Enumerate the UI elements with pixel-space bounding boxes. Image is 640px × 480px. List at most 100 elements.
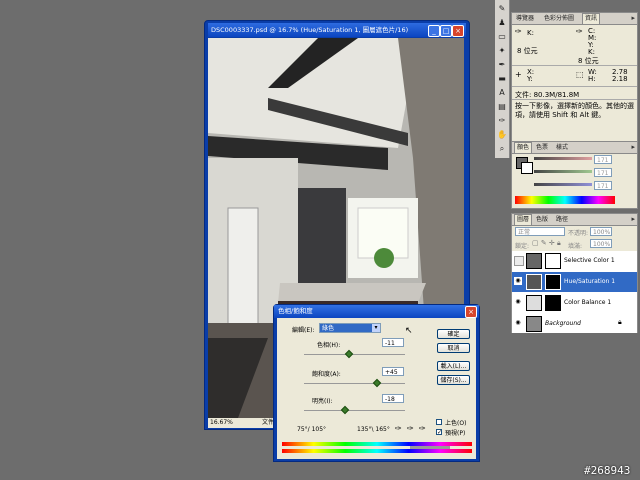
color-slider-b[interactable] xyxy=(534,183,592,186)
hue-slider-thumb[interactable] xyxy=(345,349,354,359)
chevron-down-icon[interactable]: ▾ xyxy=(372,324,380,332)
lightness-field[interactable]: -18 xyxy=(382,394,404,403)
tab-swatches[interactable]: 色票 xyxy=(534,143,550,152)
hand-tool-icon[interactable]: ✋ xyxy=(497,130,507,140)
info-panel-tabs: 導覽器 色彩分佈圖 資訊 ▸ xyxy=(512,13,637,25)
layers-panel-tabs: 圖層 色版 路徑 ▸ xyxy=(512,214,637,226)
divider xyxy=(512,99,637,100)
saturation-field[interactable]: +45 xyxy=(382,367,404,376)
lock-icon: 🔒︎ xyxy=(618,318,622,326)
tab-histogram[interactable]: 色彩分佈圖 xyxy=(542,14,576,23)
color-spectrum-ramp[interactable] xyxy=(515,196,615,204)
hue-slider-track[interactable] xyxy=(304,354,405,355)
layer-name[interactable]: Background xyxy=(545,320,581,327)
eyedropper-icon[interactable]: ✑ xyxy=(395,424,402,433)
layer-row[interactable]: ◉ Background 🔒︎ xyxy=(512,314,637,333)
eyedropper-add-icon[interactable]: ✑ xyxy=(407,424,414,433)
shape-tool-icon[interactable]: ▬ xyxy=(497,74,507,84)
notes-tool-icon[interactable]: ▤ xyxy=(497,102,507,112)
color-slider-g[interactable] xyxy=(534,170,592,173)
minimize-icon[interactable]: _ xyxy=(428,25,440,37)
lock-label: 鎖定: xyxy=(515,243,530,250)
panel-menu-icon[interactable]: ▸ xyxy=(631,215,635,223)
info-k2-label: K: xyxy=(588,48,595,56)
eyedropper-subtract-icon[interactable]: ✑ xyxy=(419,424,426,433)
layer-name[interactable]: Color Balance 1 xyxy=(564,299,611,306)
info-panel: 導覽器 色彩分佈圖 資訊 ▸ ✑ K: 8 位元 ✑ C: M: Y: K: 8… xyxy=(511,12,638,150)
document-titlebar[interactable]: DSC0003337.psd @ 16.7% (Hue/Saturation 1… xyxy=(208,23,466,37)
hue-field[interactable]: -11 xyxy=(382,338,404,347)
tab-info[interactable]: 資訊 xyxy=(582,13,601,24)
color-value-b[interactable]: 171 xyxy=(594,181,612,190)
tab-navigator[interactable]: 導覽器 xyxy=(514,14,536,23)
preview-checkbox[interactable]: ✓ xyxy=(436,429,442,436)
document-title: DSC0003337.psd @ 16.7% (Hue/Saturation 1… xyxy=(211,26,409,34)
text-tool-icon[interactable]: A xyxy=(497,88,507,98)
stamp-tool-icon[interactable]: ♟ xyxy=(497,18,507,28)
cancel-button[interactable]: 取消 xyxy=(437,343,470,353)
fill-field[interactable]: 100% xyxy=(590,239,612,248)
blend-mode-select[interactable]: 正常 xyxy=(515,227,565,236)
layer-name[interactable]: Hue/Saturation 1 xyxy=(564,278,615,285)
info-h-label: H: xyxy=(588,75,596,83)
lightness-label: 明亮(I): xyxy=(312,398,333,405)
info-hint: 按一下影像，選擇新的顏色。其他的選項，請使用 Shift 和 Alt 鍵。 xyxy=(515,102,634,119)
layer-list: Selective Color 1 ◉ Hue/Saturation 1 ◉ C… xyxy=(512,251,637,333)
dialog-titlebar[interactable]: 色相/飽和度 × xyxy=(274,305,479,318)
edit-label: 編輯(E): xyxy=(292,327,315,334)
lightness-slider-thumb[interactable] xyxy=(341,405,350,415)
saturation-slider-track[interactable] xyxy=(304,383,405,384)
pen-tool-icon[interactable]: ✒ xyxy=(497,60,507,70)
eyedropper-icon: ✑ xyxy=(515,27,522,36)
load-button[interactable]: 載入(L)... xyxy=(437,361,470,371)
edit-range-select[interactable]: 綠色 ▾ xyxy=(319,323,381,333)
opacity-field[interactable]: 100% xyxy=(590,227,612,236)
lock-icons[interactable]: ▢ ✎ ✛ 🔒︎ xyxy=(532,239,561,248)
edit-range-value: 綠色 xyxy=(322,325,335,332)
hue-label: 色相(H): xyxy=(317,342,341,349)
tab-color[interactable]: 顏色 xyxy=(514,142,533,153)
tab-layers[interactable]: 圖層 xyxy=(514,214,533,225)
eraser-tool-icon[interactable]: ▭ xyxy=(497,32,507,42)
colorize-checkbox[interactable] xyxy=(436,419,442,425)
visibility-toggle[interactable] xyxy=(514,256,524,266)
adjustment-layer-icon xyxy=(526,295,542,311)
maximize-icon[interactable]: □ xyxy=(440,25,452,37)
panel-menu-icon[interactable]: ▸ xyxy=(631,143,635,151)
panel-menu-icon[interactable]: ▸ xyxy=(631,14,635,22)
colorize-label: 上色(O) xyxy=(445,420,467,427)
eye-icon[interactable]: ◉ xyxy=(514,319,522,327)
color-value-r[interactable]: 171 xyxy=(594,155,612,164)
tab-paths[interactable]: 路徑 xyxy=(554,215,570,224)
layer-name[interactable]: Selective Color 1 xyxy=(564,257,615,264)
toolbox: ✎ ♟ ▭ ✦ ✒ ▬ A ▤ ✑ ✋ ⌕ xyxy=(495,0,510,158)
eyedropper-tool-icon[interactable]: ✑ xyxy=(497,116,507,126)
layer-row[interactable]: ◉ Color Balance 1 xyxy=(512,293,637,313)
eye-icon[interactable]: ◉ xyxy=(514,298,522,306)
saturation-label: 飽和度(A): xyxy=(312,371,341,378)
save-button[interactable]: 儲存(S)... xyxy=(437,375,470,385)
zoom-tool-icon[interactable]: ⌕ xyxy=(497,144,507,154)
tab-channels[interactable]: 色版 xyxy=(534,215,550,224)
info-wh: ⬚ W: 2.78 H: 2.18 xyxy=(576,68,636,84)
background-color-swatch[interactable] xyxy=(521,162,533,174)
layer-row-selected[interactable]: ◉ Hue/Saturation 1 xyxy=(512,272,637,292)
info-cmyk-left: ✑ K: 8 位元 xyxy=(515,27,573,55)
tab-styles[interactable]: 樣式 xyxy=(554,143,570,152)
layer-row[interactable]: Selective Color 1 xyxy=(512,251,637,271)
ok-button[interactable]: 確定 xyxy=(437,329,470,339)
close-icon[interactable]: × xyxy=(465,306,477,318)
eye-icon[interactable]: ◉ xyxy=(514,277,522,285)
range-selector[interactable] xyxy=(410,446,450,449)
lightness-slider-track[interactable] xyxy=(304,410,405,411)
saturation-slider-thumb[interactable] xyxy=(372,378,381,388)
adjustment-layer-icon xyxy=(526,274,542,290)
blur-tool-icon[interactable]: ✦ xyxy=(497,46,507,56)
divider xyxy=(512,65,637,66)
color-value-g[interactable]: 171 xyxy=(594,168,612,177)
fill-label: 填滿: xyxy=(568,243,583,250)
color-slider-r[interactable] xyxy=(534,157,592,160)
close-icon[interactable]: × xyxy=(452,25,464,37)
brush-tool-icon[interactable]: ✎ xyxy=(497,4,507,14)
zoom-level[interactable]: 16.67% xyxy=(208,419,233,426)
